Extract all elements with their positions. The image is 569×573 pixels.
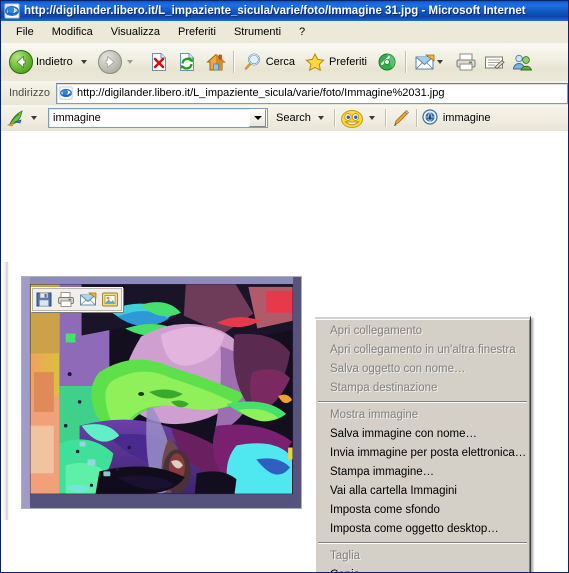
forward-arrow-icon (97, 50, 122, 74)
magnifier-icon (241, 51, 263, 73)
title-bar[interactable]: http://digilander.libero.it/L_impaziente… (1, 1, 568, 21)
toolbar-separator (232, 51, 234, 73)
menu-visualizza[interactable]: Visualizza (102, 24, 169, 40)
floppy-disk-icon[interactable] (34, 290, 54, 309)
address-label: Indirizzo (9, 87, 50, 99)
edit-page-icon (482, 51, 505, 73)
back-arrow-icon (9, 50, 33, 74)
search-label: Cerca (265, 56, 296, 68)
search-toolbar: immagine Search immagine (1, 105, 568, 132)
highlighter-icon[interactable] (391, 109, 411, 127)
menu-item-stampa-immagine[interactable]: Stampa immagine… (316, 463, 529, 482)
menu-item-salva-oggetto-con-nome[interactable]: Salva oggetto con nome… (316, 360, 529, 379)
image-hover-toolbar (31, 287, 123, 312)
searchbar-separator-3 (415, 109, 417, 127)
smiley-icon[interactable] (340, 109, 364, 128)
menu-item-vai-alla-cartella-immagini[interactable]: Vai alla cartella Immagini (316, 482, 529, 501)
link-label[interactable]: immagine (443, 112, 491, 124)
envelope-icon[interactable] (78, 290, 98, 309)
context-menu: Apri collegamento Apri collegamento in u… (314, 316, 531, 572)
forward-dropdown-icon[interactable] (126, 60, 133, 64)
back-dropdown-icon[interactable] (80, 60, 87, 64)
refresh-button[interactable] (173, 47, 201, 77)
search-button[interactable]: Cerca (238, 47, 301, 77)
mail-button[interactable] (410, 47, 451, 77)
refresh-icon (176, 51, 198, 73)
internet-explorer-icon (59, 86, 73, 100)
menu-preferiti[interactable]: Preferiti (169, 24, 225, 40)
main-toolbar: Indietro Cerca Preferiti (1, 43, 568, 82)
search-dropdown-icon[interactable] (317, 116, 324, 120)
address-input[interactable]: http://digilander.libero.it/L_impaziente… (55, 82, 568, 104)
menu-item-stampa-destinazione[interactable]: Stampa destinazione (316, 379, 529, 398)
search-input-value: immagine (53, 112, 101, 124)
menu-separator-1 (318, 401, 527, 403)
menu-item-imposta-come-sfondo[interactable]: Imposta come sfondo (316, 501, 529, 520)
my-pictures-icon[interactable] (100, 290, 120, 309)
mail-dropdown-icon[interactable] (436, 60, 443, 64)
menu-item-imposta-come-oggetto-desktop[interactable]: Imposta come oggetto desktop… (316, 520, 529, 539)
globe-badge-icon[interactable] (422, 109, 438, 127)
forward-button[interactable] (95, 47, 141, 77)
printer-icon[interactable] (56, 290, 76, 309)
browser-window: http://digilander.libero.it/L_impaziente… (0, 0, 569, 573)
back-label: Indietro (36, 56, 73, 68)
window-title: http://digilander.libero.it/L_impaziente… (24, 5, 526, 17)
smiley-dropdown-icon[interactable] (368, 116, 375, 120)
home-button[interactable] (201, 47, 229, 77)
page-content: Apri collegamento Apri collegamento in u… (1, 131, 568, 572)
printer-icon (454, 51, 476, 73)
internet-explorer-icon (4, 3, 20, 19)
edit-page-button[interactable] (479, 47, 507, 77)
menu-item-apri-collegamento-altra-finestra[interactable]: Apri collegamento in un'altra finestra (316, 341, 529, 360)
address-bar: Indirizzo http://digilander.libero.it/L_… (1, 81, 568, 106)
favorites-label: Preferiti (329, 56, 367, 68)
search-input[interactable]: immagine (48, 108, 268, 128)
stop-icon (148, 51, 170, 73)
menu-item-apri-collegamento[interactable]: Apri collegamento (316, 322, 529, 341)
star-icon (304, 51, 326, 73)
address-value: http://digilander.libero.it/L_impaziente… (76, 87, 445, 99)
searchbar-separator-2 (384, 109, 386, 127)
document-body: Apri collegamento Apri collegamento in u… (1, 131, 568, 572)
feather-pen-icon[interactable] (6, 109, 26, 127)
menu-separator-2 (318, 542, 527, 544)
menu-item-invia-immagine-posta[interactable]: Invia immagine per posta elettronica… (316, 444, 529, 463)
messenger-button[interactable] (507, 47, 535, 77)
pen-dropdown-icon[interactable] (31, 116, 37, 120)
toolbar-separator-2 (404, 51, 406, 73)
home-icon (204, 51, 226, 73)
menu-item-taglia[interactable]: Taglia (316, 547, 529, 566)
menu-modifica[interactable]: Modifica (43, 24, 102, 40)
mail-icon (413, 51, 435, 73)
menu-strumenti[interactable]: Strumenti (225, 24, 290, 40)
searchbar-separator (333, 109, 335, 127)
media-button[interactable] (373, 47, 401, 77)
menu-item-salva-immagine-con-nome[interactable]: Salva immagine con nome… (316, 425, 529, 444)
menu-item-copia[interactable]: Copia (316, 566, 529, 572)
messenger-icon (510, 51, 533, 73)
menu-bar: File Modifica Visualizza Preferiti Strum… (1, 21, 568, 44)
menu-file[interactable]: File (7, 24, 43, 40)
stop-button[interactable] (145, 47, 173, 77)
chevron-down-icon[interactable] (249, 109, 266, 127)
back-button[interactable]: Indietro (6, 47, 95, 77)
search-button-label[interactable]: Search (276, 112, 311, 124)
menu-help[interactable]: ? (290, 24, 314, 40)
print-button[interactable] (451, 47, 479, 77)
favorites-button[interactable]: Preferiti (301, 47, 373, 77)
media-icon (376, 51, 398, 73)
menu-item-mostra-immagine[interactable]: Mostra immagine (316, 406, 529, 425)
